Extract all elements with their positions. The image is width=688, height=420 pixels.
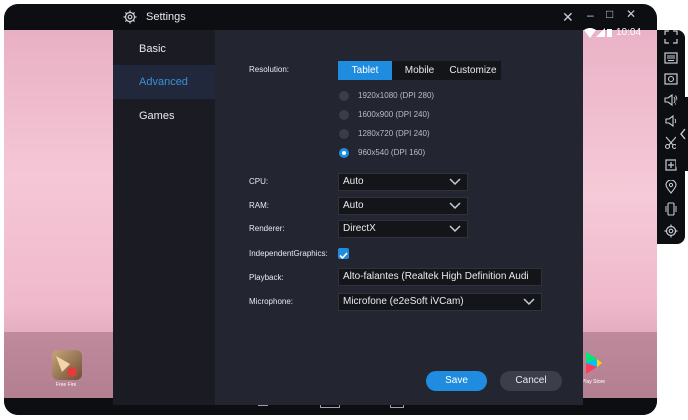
emulator-window: Free Fire Play Store 10:04 Settings ✕ – … <box>4 4 657 415</box>
renderer-select[interactable]: DirectX <box>338 220 468 238</box>
ram-label: RAM: <box>249 201 269 210</box>
radio-1600x900[interactable] <box>339 110 349 120</box>
chevron-left-icon <box>680 128 686 140</box>
independent-graphics-checkbox[interactable] <box>338 248 349 260</box>
sidebar-item-basic[interactable]: Basic <box>113 32 215 66</box>
screenshot-icon[interactable] <box>664 72 678 86</box>
radio-1280x720[interactable] <box>339 129 349 139</box>
settings-gear-icon <box>123 10 137 24</box>
android-home-left: Free Fire <box>4 30 114 398</box>
microphone-select-value: Microfone (e2eSoft iVCam) <box>343 296 464 307</box>
settings-sidebar: Basic Advanced Games <box>113 30 215 405</box>
shake-icon[interactable] <box>664 202 678 216</box>
microphone-select[interactable]: Microfone (e2eSoft iVCam) <box>338 293 542 311</box>
radio-label-1920x1080: 1920x1080 (DPI 280) <box>358 91 435 100</box>
toolbar-collapse-tab[interactable] <box>676 97 688 171</box>
renderer-select-value: DirectX <box>343 223 376 234</box>
ram-select[interactable]: Auto <box>338 197 468 215</box>
playback-select-value: Alto-falantes (Realtek High Definition A… <box>343 271 529 282</box>
resolution-segmented-control: Tablet Mobile Customize <box>338 61 501 80</box>
maximize-button[interactable]: □ <box>606 7 613 21</box>
settings-main-panel <box>215 30 583 405</box>
android-home-right: Play Store <box>574 30 657 398</box>
status-time: 10:04 <box>616 27 642 38</box>
chevron-down-icon <box>449 202 461 210</box>
play-store-app-label: Play Store <box>582 379 606 385</box>
cancel-button[interactable]: Cancel <box>500 371 562 391</box>
cpu-select-value: Auto <box>343 176 364 187</box>
resolution-label: Resolution: <box>249 65 290 74</box>
emulator-frame: Free Fire Play Store 10:04 Settings ✕ – … <box>0 0 688 420</box>
settings-icon[interactable] <box>664 224 678 238</box>
free-fire-app-label: Free Fire <box>56 382 77 388</box>
fullscreen-icon[interactable] <box>664 30 678 44</box>
radio-label-1600x900: 1600x900 (DPI 240) <box>358 110 430 119</box>
signal-icon <box>596 28 605 37</box>
minimize-button[interactable]: – <box>587 8 594 22</box>
settings-title-bar: Settings ✕ <box>113 5 583 29</box>
cpu-label: CPU: <box>249 177 269 186</box>
playback-select[interactable]: Alto-falantes (Realtek High Definition A… <box>338 268 542 286</box>
tab-mobile[interactable]: Mobile <box>394 61 445 80</box>
settings-close-button[interactable]: ✕ <box>562 9 574 26</box>
settings-title: Settings <box>146 11 186 23</box>
free-fire-app-icon[interactable] <box>52 350 82 380</box>
microphone-label: Microphone: <box>249 297 294 306</box>
independent-graphics-label: IndependentGraphics: <box>249 249 328 258</box>
chevron-down-icon <box>449 178 461 186</box>
save-button[interactable]: Save <box>426 371 487 391</box>
tab-tablet[interactable]: Tablet <box>338 61 392 80</box>
tab-customize[interactable]: Customize <box>445 61 501 80</box>
radio-960x540[interactable] <box>339 148 349 158</box>
sidebar-item-games[interactable]: Games <box>113 99 215 133</box>
ram-select-value: Auto <box>343 200 364 211</box>
keyboard-icon[interactable] <box>664 51 678 65</box>
battery-icon <box>607 29 612 37</box>
radio-label-1280x720: 1280x720 (DPI 240) <box>358 129 430 138</box>
chevron-down-icon <box>449 225 461 233</box>
sidebar-item-advanced[interactable]: Advanced <box>113 65 215 99</box>
radio-label-960x540: 960x540 (DPI 160) <box>358 148 426 157</box>
playback-label: Playback: <box>249 273 284 282</box>
wifi-icon <box>584 28 596 38</box>
cpu-select[interactable]: Auto <box>338 173 468 191</box>
play-store-app-icon[interactable] <box>580 348 610 378</box>
close-window-button[interactable]: ✕ <box>626 7 636 21</box>
renderer-label: Renderer: <box>249 224 285 233</box>
radio-1920x1080[interactable] <box>339 91 349 101</box>
chevron-down-icon <box>523 298 535 306</box>
location-icon[interactable] <box>664 180 678 194</box>
checkmark-icon <box>339 252 348 260</box>
